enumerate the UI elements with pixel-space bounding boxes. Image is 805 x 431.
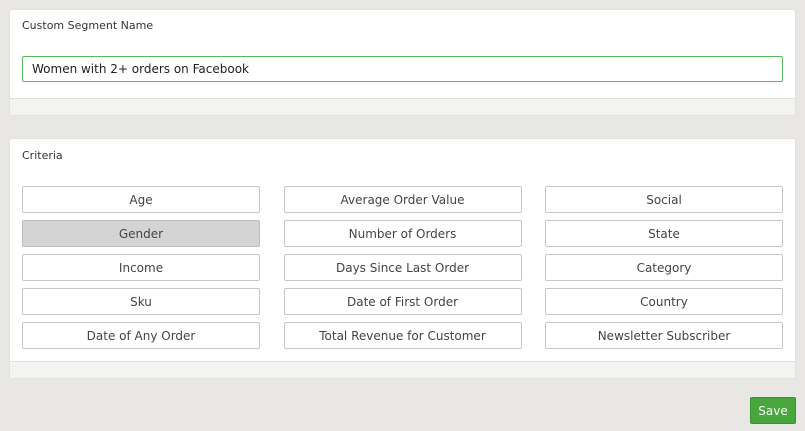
criteria-sku-button[interactable]: Sku (22, 288, 260, 315)
criteria-grid: Age Average Order Value Social Gender Nu… (22, 186, 783, 349)
criteria-state-button[interactable]: State (545, 220, 783, 247)
criteria-days-since-last-order-button[interactable]: Days Since Last Order (283, 254, 522, 281)
criteria-newsletter-subscriber-button[interactable]: Newsletter Subscriber (545, 322, 783, 349)
criteria-panel-footer (10, 361, 795, 378)
criteria-category-button[interactable]: Category (545, 254, 783, 281)
segment-name-input[interactable] (22, 56, 783, 82)
segment-name-panel: Custom Segment Name (9, 9, 796, 116)
criteria-panel: Criteria Age Average Order Value Social … (9, 138, 796, 379)
segment-name-panel-footer (10, 98, 795, 115)
criteria-total-revenue-for-customer-button[interactable]: Total Revenue for Customer (283, 322, 522, 349)
segment-name-label: Custom Segment Name (22, 19, 154, 32)
criteria-date-of-any-order-button[interactable]: Date of Any Order (22, 322, 260, 349)
criteria-number-of-orders-button[interactable]: Number of Orders (283, 220, 522, 247)
criteria-label: Criteria (22, 149, 63, 162)
criteria-country-button[interactable]: Country (545, 288, 783, 315)
criteria-social-button[interactable]: Social (545, 186, 783, 213)
criteria-age-button[interactable]: Age (22, 186, 260, 213)
criteria-income-button[interactable]: Income (22, 254, 260, 281)
criteria-gender-button[interactable]: Gender (22, 220, 260, 247)
criteria-average-order-value-button[interactable]: Average Order Value (283, 186, 522, 213)
criteria-date-of-first-order-button[interactable]: Date of First Order (283, 288, 522, 315)
save-button[interactable]: Save (750, 397, 796, 424)
